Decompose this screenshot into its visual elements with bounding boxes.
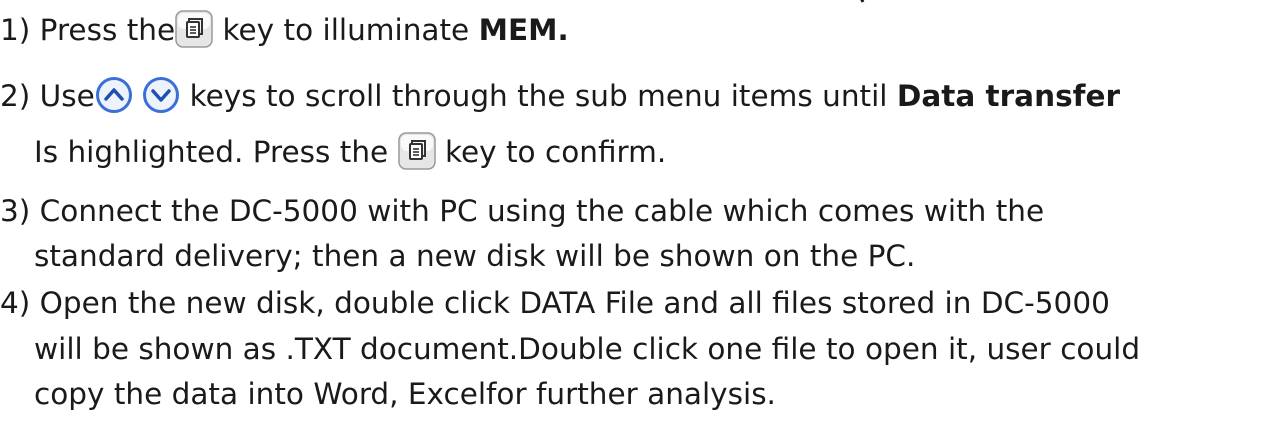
step-3: 3) Connect the DC-5000 with PC using the… — [0, 193, 1044, 229]
step-text: Press the — [39, 13, 176, 47]
step-text: key to illuminate — [213, 13, 479, 47]
menu-item-data-transfer: Data transfer — [896, 79, 1121, 113]
step-2: 2) Use keys to scroll through the sub me… — [0, 76, 1120, 114]
step-text: key to confirm. — [435, 135, 667, 169]
step-1: 1) Press the key to illuminate MEM. — [0, 10, 569, 48]
step-text: keys to scroll through the sub menu item… — [180, 79, 897, 113]
step-text: copy the data into Word, Excelfor furthe… — [34, 377, 776, 411]
cropped-glyph-fragment — [860, 0, 865, 3]
step-4-continued-2: copy the data into Word, Excelfor furthe… — [34, 376, 776, 412]
step-4-continued-1: will be shown as .TXT document.Double cl… — [34, 331, 1140, 367]
step-text: will be shown as .TXT document.Double cl… — [34, 332, 1141, 366]
step-text: Connect the DC-5000 with PC using the ca… — [39, 194, 1045, 228]
step-2-continued: Is highlighted. Press the key to confirm… — [34, 132, 666, 170]
step-4: 4) Open the new disk, double click DATA … — [0, 285, 1110, 321]
step-number: 2) — [0, 79, 31, 113]
up-arrow-key-icon[interactable] — [95, 76, 133, 114]
mem-key-icon[interactable] — [175, 10, 213, 48]
down-arrow-key-icon[interactable] — [142, 76, 180, 114]
step-text: standard delivery; then a new disk will … — [34, 239, 916, 273]
step-text: Use — [39, 79, 95, 113]
step-text: Open the new disk, double click DATA Fil… — [39, 286, 1110, 320]
step-number: 4) — [0, 286, 31, 320]
step-text: Is highlighted. Press the — [34, 135, 398, 169]
step-number: 1) — [0, 13, 31, 47]
mem-key-icon[interactable] — [397, 132, 436, 170]
menu-item-mem: MEM. — [478, 13, 569, 47]
step-3-continued: standard delivery; then a new disk will … — [34, 238, 915, 274]
step-number: 3) — [0, 194, 31, 228]
